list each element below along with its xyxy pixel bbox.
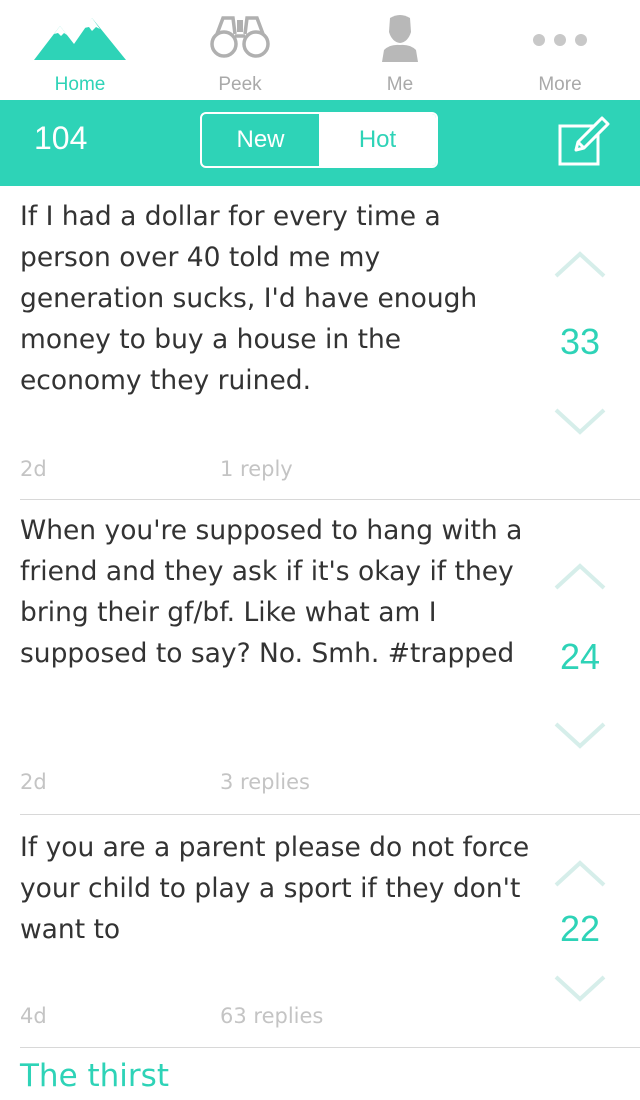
post-replies[interactable]: 63 replies: [220, 1004, 323, 1028]
yakarma-count: 104: [34, 120, 88, 156]
post-item[interactable]: If I had a dollar for every time a perso…: [0, 186, 640, 500]
vote-count: 22: [559, 908, 601, 949]
downvote-chevron-icon[interactable]: [550, 718, 610, 752]
post-item[interactable]: If you are a parent please do not force …: [0, 815, 640, 1049]
post-text[interactable]: The thirst: [20, 1058, 169, 1094]
vote-count: 33: [559, 321, 601, 362]
nav-label-home: Home: [54, 74, 106, 95]
more-dots-icon: [480, 14, 640, 64]
post-replies[interactable]: 1 reply: [220, 457, 293, 481]
top-nav: Home Peek Me More: [0, 0, 640, 100]
post-item[interactable]: When you're supposed to hang with a frie…: [0, 500, 640, 830]
post-time: 4d: [20, 1004, 47, 1028]
divider: [20, 1047, 640, 1048]
post-time: 2d: [20, 770, 47, 794]
nav-item-peek[interactable]: Peek: [160, 0, 320, 100]
nav-item-me[interactable]: Me: [320, 0, 480, 100]
feed-sort-toggle: New Hot: [200, 112, 438, 168]
compose-icon: [558, 116, 610, 166]
post-text: If I had a dollar for every time a perso…: [20, 201, 478, 396]
mountains-icon: [0, 14, 160, 64]
upvote-chevron-icon[interactable]: [550, 560, 610, 594]
nav-label-peek: Peek: [218, 74, 262, 95]
downvote-chevron-icon[interactable]: [550, 971, 610, 1005]
upvote-chevron-icon[interactable]: [550, 248, 610, 282]
tab-new[interactable]: New: [202, 114, 319, 166]
compose-button[interactable]: [556, 114, 610, 168]
nav-item-home[interactable]: Home: [0, 0, 160, 100]
post-text: When you're supposed to hang with a frie…: [20, 515, 523, 669]
upvote-chevron-icon[interactable]: [550, 857, 610, 891]
post-time: 2d: [20, 457, 47, 481]
person-icon: [320, 14, 480, 64]
tab-hot[interactable]: Hot: [319, 114, 436, 166]
binoculars-icon: [160, 14, 320, 64]
nav-item-more[interactable]: More: [480, 0, 640, 100]
feed-header-bar: 104 New Hot: [0, 100, 640, 186]
post-replies[interactable]: 3 replies: [220, 770, 310, 794]
nav-label-me: Me: [386, 74, 414, 95]
downvote-chevron-icon[interactable]: [550, 404, 610, 438]
post-text: If you are a parent please do not force …: [20, 832, 530, 945]
vote-count: 24: [559, 636, 601, 677]
nav-label-more: More: [538, 74, 582, 95]
